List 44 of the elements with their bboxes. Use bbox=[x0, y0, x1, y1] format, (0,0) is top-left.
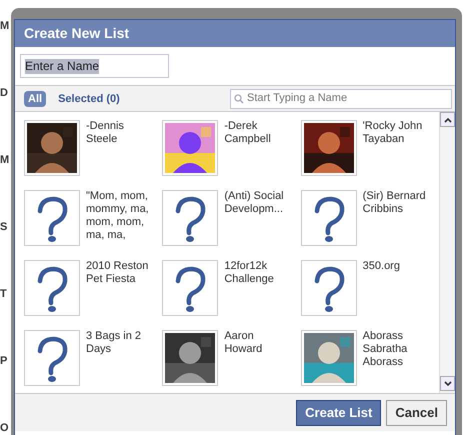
search-icon bbox=[234, 94, 244, 104]
scroll-up-button[interactable] bbox=[440, 112, 455, 127]
dialog-title: Create New List bbox=[24, 24, 130, 43]
chevron-down-icon bbox=[444, 380, 452, 386]
person-name[interactable]: -Dennis Steele bbox=[86, 120, 150, 190]
filter-tab[interactable]: Selected (0) bbox=[56, 90, 122, 106]
chevron-up-icon bbox=[444, 116, 452, 122]
person-name[interactable]: 350.org bbox=[362, 260, 427, 330]
page-text: T bbox=[0, 287, 8, 302]
filter-tab[interactable]: All bbox=[24, 90, 46, 106]
person-name[interactable]: Aaron Howard bbox=[224, 330, 288, 393]
avatar-frame[interactable] bbox=[300, 120, 357, 176]
person-name[interactable]: 3 Bags in 2 Days bbox=[86, 330, 150, 393]
person-name[interactable]: -Derek Campbell bbox=[224, 120, 288, 190]
person-name[interactable]: (Sir) Bernard Cribbins bbox=[362, 190, 427, 260]
page-text: P bbox=[0, 354, 8, 369]
scrollbar[interactable] bbox=[439, 112, 455, 393]
avatar-frame[interactable] bbox=[300, 260, 357, 316]
person-name[interactable]: Aborass Sabratha Aborass bbox=[362, 330, 427, 393]
cancel-button[interactable]: Cancel bbox=[386, 400, 447, 426]
page-text: D bbox=[0, 86, 9, 101]
avatar-frame[interactable] bbox=[24, 120, 80, 176]
scroll-down-button[interactable] bbox=[440, 376, 455, 391]
search-field[interactable]: Start Typing a Name bbox=[230, 88, 452, 108]
person-name[interactable]: 12for12k Challenge bbox=[224, 260, 288, 330]
name-field[interactable]: Enter a Name bbox=[20, 54, 169, 78]
name-field-value: Enter a Name bbox=[25, 58, 100, 74]
search-input[interactable]: Start Typing a Name bbox=[247, 90, 448, 107]
person-name[interactable]: 'Rocky John Tayaban bbox=[362, 120, 427, 190]
avatar-frame[interactable] bbox=[162, 190, 218, 246]
create-list-button[interactable]: Create List bbox=[296, 400, 382, 426]
avatar-frame[interactable] bbox=[24, 190, 80, 246]
avatar-frame[interactable] bbox=[24, 260, 80, 316]
avatar-frame[interactable] bbox=[162, 260, 218, 316]
page-text: S bbox=[0, 220, 8, 235]
page-text: M bbox=[0, 19, 10, 34]
avatar-frame[interactable] bbox=[300, 190, 357, 246]
page-text: M bbox=[0, 153, 10, 168]
avatar-frame[interactable] bbox=[24, 330, 80, 386]
avatar-frame[interactable] bbox=[162, 330, 218, 386]
person-name[interactable]: 2010 Reston Pet Fiesta bbox=[86, 260, 150, 330]
page-text: O bbox=[0, 421, 10, 435]
person-name[interactable]: (Anti) Social Developm... bbox=[224, 190, 288, 260]
person-name[interactable]: "Mom, mom, mommy, ma, mom, mom, ma, ma, bbox=[86, 190, 150, 260]
